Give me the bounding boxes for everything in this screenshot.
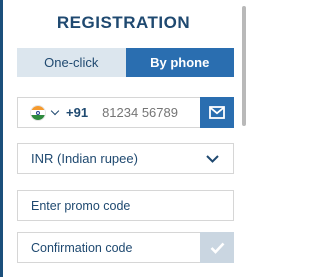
country-chevron-down-icon[interactable] [50, 106, 60, 116]
send-sms-button[interactable] [200, 97, 234, 128]
promo-code-field [17, 190, 234, 221]
envelope-icon [209, 106, 225, 119]
confirmation-code-field [17, 232, 234, 263]
form-title: REGISTRATION [56, 13, 191, 32]
confirm-code-button[interactable] [200, 232, 234, 263]
scrollbar[interactable] [242, 0, 247, 277]
left-edge-bar [0, 0, 3, 277]
promo-code-input[interactable] [31, 198, 201, 213]
phone-field-row: +91 [17, 97, 234, 128]
dial-code: +91 [66, 105, 89, 120]
tab-one-click[interactable]: One-click [17, 48, 126, 77]
confirmation-code-input[interactable] [31, 240, 201, 255]
registration-tabs: One-click By phone [17, 48, 234, 77]
currency-select[interactable]: INR (Indian rupee) [17, 143, 234, 174]
tab-by-phone[interactable]: By phone [125, 48, 234, 77]
checkmark-icon [210, 242, 224, 254]
currency-selected-value: INR (Indian rupee) [31, 151, 138, 166]
phone-number-input[interactable] [102, 105, 193, 120]
chevron-down-icon [206, 154, 219, 163]
india-flag-icon[interactable] [30, 104, 46, 121]
